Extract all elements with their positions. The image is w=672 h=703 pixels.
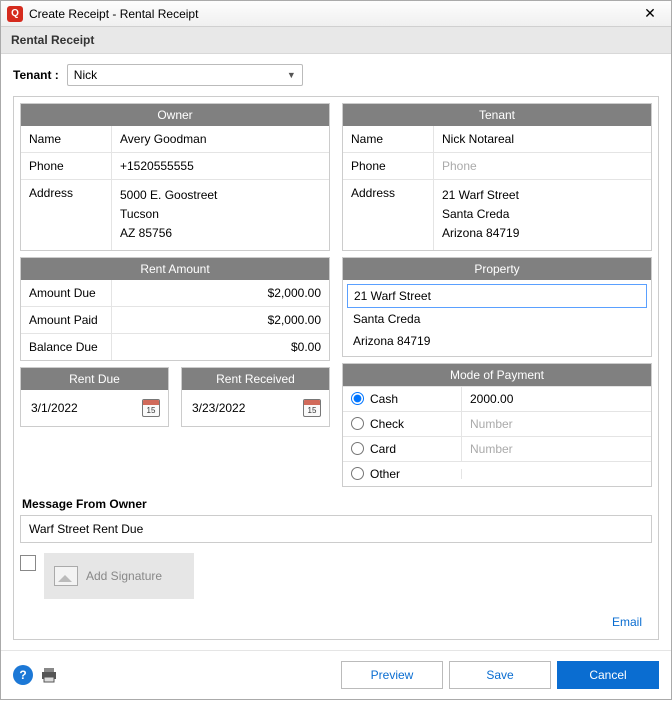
amount-paid-label: Amount Paid [21,307,111,333]
main-panel: Owner Name Avery Goodman Phone +15205555… [13,96,659,640]
payment-check-radio[interactable] [351,417,364,430]
tenant-label: Tenant : [13,68,59,82]
owner-header: Owner [21,104,329,126]
rent-due-section: Rent Due 15 [20,367,169,427]
amount-due-label: Amount Due [21,280,111,306]
message-label: Message From Owner [22,497,652,511]
payment-check-label: Check [370,417,404,431]
payment-other-radio[interactable] [351,467,364,480]
titlebar: Q Create Receipt - Rental Receipt ✕ [1,1,671,27]
payment-header: Mode of Payment [343,364,651,386]
dialog-window: Q Create Receipt - Rental Receipt ✕ Rent… [0,0,672,700]
rent-amount-header: Rent Amount [21,258,329,280]
signature-checkbox[interactable] [20,555,36,571]
add-signature-button[interactable]: Add Signature [44,553,194,599]
message-input[interactable] [20,515,652,543]
property-line1-input[interactable] [347,284,647,308]
tenant-header: Tenant [343,104,651,126]
balance-due-value[interactable]: $0.00 [111,334,329,360]
save-button[interactable]: Save [449,661,551,689]
owner-phone-label: Phone [21,153,111,179]
owner-section: Owner Name Avery Goodman Phone +15205555… [20,103,330,251]
payment-cash-label: Cash [370,392,398,406]
property-section: Property Santa Creda Arizona 84719 [342,257,652,357]
payment-check-value[interactable]: Number [461,412,651,436]
calendar-icon[interactable]: 15 [303,399,321,417]
chevron-down-icon: ▼ [287,70,296,80]
tenant-phone-label: Phone [343,153,433,179]
tenant-select[interactable]: Nick ▼ [67,64,303,86]
rent-due-header: Rent Due [21,368,168,390]
calendar-icon[interactable]: 15 [142,399,160,417]
payment-other-value[interactable] [461,469,651,479]
owner-phone-value[interactable]: +1520555555 [111,153,329,179]
close-icon[interactable]: ✕ [635,5,665,22]
tenant-selected-value: Nick [74,68,97,82]
tenant-section: Tenant Name Nick Notareal Phone Phone Ad… [342,103,652,251]
payment-other-label: Other [370,467,400,481]
rent-received-header: Rent Received [182,368,329,390]
payment-card-label: Card [370,442,396,456]
payment-card-radio[interactable] [351,442,364,455]
rent-due-date-input[interactable] [29,400,119,416]
rent-received-section: Rent Received 15 [181,367,330,427]
print-icon[interactable] [39,666,59,684]
rent-amount-section: Rent Amount Amount Due $2,000.00 Amount … [20,257,330,361]
tenant-name-label: Name [343,126,433,152]
owner-address-value[interactable]: 5000 E. Goostreet Tucson AZ 85756 [111,180,329,250]
property-line2: Santa Creda [347,308,647,330]
payment-card-value[interactable]: Number [461,437,651,461]
payment-section: Mode of Payment Cash 2000.00 Check Numbe… [342,363,652,487]
help-icon[interactable]: ? [13,665,33,685]
tenant-address-value[interactable]: 21 Warf Street Santa Creda Arizona 84719 [433,180,651,250]
property-header: Property [343,258,651,280]
tenant-phone-value[interactable]: Phone [433,153,651,179]
balance-due-label: Balance Due [21,334,111,360]
owner-address-label: Address [21,180,111,250]
payment-cash-radio[interactable] [351,392,364,405]
window-title: Create Receipt - Rental Receipt [29,7,635,21]
payment-cash-value[interactable]: 2000.00 [461,387,651,411]
cancel-button[interactable]: Cancel [557,661,659,689]
owner-name-value[interactable]: Avery Goodman [111,126,329,152]
owner-name-label: Name [21,126,111,152]
amount-due-value[interactable]: $2,000.00 [111,280,329,306]
tenant-name-value[interactable]: Nick Notareal [433,126,651,152]
amount-paid-value[interactable]: $2,000.00 [111,307,329,333]
rent-received-date-input[interactable] [190,400,280,416]
signature-label: Add Signature [86,569,162,583]
image-icon [54,566,78,586]
preview-button[interactable]: Preview [341,661,443,689]
property-line3: Arizona 84719 [347,330,647,352]
app-icon: Q [7,6,23,22]
email-link[interactable]: Email [602,611,652,633]
tenant-address-label: Address [343,180,433,250]
page-title: Rental Receipt [1,27,671,54]
